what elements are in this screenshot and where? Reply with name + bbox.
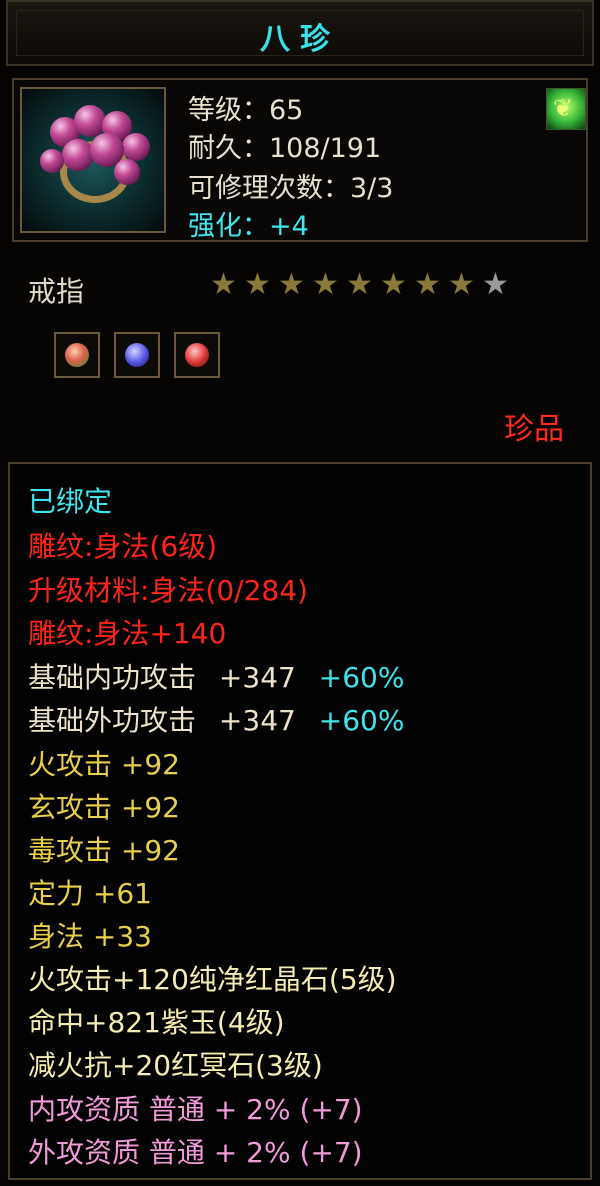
star-filled-icon: ★ xyxy=(312,267,339,302)
agility-line: 身法 +33 xyxy=(28,920,152,953)
composure-line: 定力 +61 xyxy=(28,877,152,910)
poison-attack-line: 毒攻击 +92 xyxy=(28,834,180,867)
socket-slot-2[interactable] xyxy=(114,332,160,378)
red-gem-icon xyxy=(185,343,209,367)
inner-attack-line: 基础内功攻击 +347 +60% xyxy=(28,660,404,696)
gem-fireres-line: 减火抗+20红冥石(3级) xyxy=(28,1049,323,1082)
item-title: 八珍 xyxy=(260,22,340,57)
gem-bead xyxy=(114,159,140,185)
socket-slot-3[interactable] xyxy=(174,332,220,378)
star-filled-icon: ★ xyxy=(380,267,407,302)
star-filled-icon: ★ xyxy=(244,267,271,302)
blue-gem-icon xyxy=(125,343,149,367)
fire-attack-line: 火攻击 +92 xyxy=(28,748,180,781)
title-bar: 八珍 xyxy=(6,0,594,66)
upgrade-material-line: 升级材料:身法(0/284) xyxy=(28,574,308,607)
outer-attack-line: 基础外功攻击 +347 +60% xyxy=(28,703,404,739)
star-empty-icon: ★ xyxy=(482,267,509,302)
repair-count-stat: 可修理次数：3/3 xyxy=(188,173,394,204)
inner-attack-value: +347 xyxy=(218,661,296,694)
engrave-line: 雕纹:身法(6级) xyxy=(28,530,218,563)
socket-slot-1[interactable] xyxy=(54,332,100,378)
rarity-label: 珍品 xyxy=(504,412,564,447)
inner-attack-percent: +60% xyxy=(318,661,405,694)
outer-attack-label: 基础外功攻击 xyxy=(28,704,197,737)
gem-bead xyxy=(122,133,150,161)
outer-attack-value: +347 xyxy=(218,704,296,737)
level-stat: 等级：65 xyxy=(188,95,304,126)
bound-status: 已绑定 xyxy=(28,485,113,518)
outer-quality-line: 外攻资质 普通 + 2% (+7) xyxy=(28,1136,363,1169)
inner-attack-label: 基础内功攻击 xyxy=(28,661,197,694)
star-filled-icon: ★ xyxy=(346,267,373,302)
star-filled-icon: ★ xyxy=(448,267,475,302)
outer-attack-percent: +60% xyxy=(318,704,405,737)
mystic-attack-line: 玄攻击 +92 xyxy=(28,791,180,824)
gem-bead xyxy=(40,149,64,173)
inner-quality-line: 内攻资质 普通 + 2% (+7) xyxy=(28,1093,363,1126)
enhance-stat: 强化：+4 xyxy=(188,211,309,242)
green-gem-icon xyxy=(65,343,89,367)
star-filled-icon: ★ xyxy=(414,267,441,302)
durability-stat: 耐久：108/191 xyxy=(188,133,382,164)
engrave-bonus-line: 雕纹:身法+140 xyxy=(28,617,227,650)
gem-bead xyxy=(62,139,94,171)
green-jade-badge-icon: ❦ xyxy=(546,88,586,130)
ring-icon xyxy=(20,87,166,233)
star-filled-icon: ★ xyxy=(210,267,237,302)
star-filled-icon: ★ xyxy=(278,267,305,302)
gem-fire-line: 火攻击+120纯净红晶石(5级) xyxy=(28,963,397,996)
gem-hit-line: 命中+821紫玉(4级) xyxy=(28,1006,285,1039)
item-type-name: 戒指 xyxy=(28,275,85,308)
gem-bead xyxy=(74,105,106,137)
item-tooltip: 八珍 等级：65 耐久：108/191 可修理次数：3/3 强化：+4 ❦ 戒指… xyxy=(0,0,600,1186)
